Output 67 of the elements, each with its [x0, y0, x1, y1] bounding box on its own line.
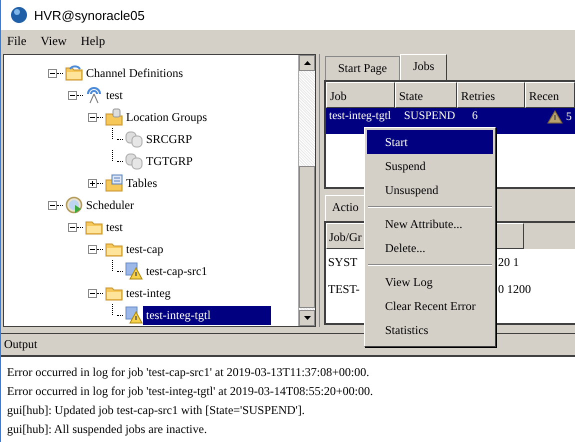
folder-icon — [105, 241, 123, 257]
tab[interactable]: Start Page — [325, 56, 400, 80]
expander-box[interactable] — [48, 68, 57, 78]
job-warning-icon — [125, 306, 143, 324]
menu-item[interactable]: View — [40, 34, 67, 48]
table-cell: SYST — [328, 255, 358, 269]
tree-item[interactable]: Scheduler — [83, 196, 137, 214]
menu-item[interactable]: Unsuspend — [367, 178, 493, 202]
tree-item[interactable]: Tables — [123, 174, 160, 192]
tree-item[interactable]: Location Groups — [123, 108, 210, 126]
tree-item[interactable]: test-integ-tgtl — [143, 306, 271, 324]
menu-item[interactable]: View Log — [367, 270, 493, 294]
expander-box[interactable] — [88, 288, 97, 298]
column-header[interactable]: Recen — [525, 82, 575, 108]
folder-icon — [105, 285, 123, 301]
log-line: Error occurred in log for job 'test-cap-src1' at 2019-03-13T11:37:08+00:00. — [7, 365, 370, 381]
menu-item[interactable]: New Attribute... — [367, 212, 493, 236]
menu-item[interactable]: File — [7, 34, 26, 48]
app-logo-icon — [10, 6, 28, 24]
menu-item[interactable]: Start — [367, 130, 493, 154]
scroll-up-icon[interactable] — [304, 61, 310, 65]
expander-box[interactable] — [88, 178, 97, 188]
tree-item[interactable]: Channel Definitions — [83, 64, 186, 82]
table-cell: test-integ-tgtl — [329, 110, 391, 122]
table-cell: SUSPEND — [404, 110, 456, 122]
tree-item[interactable]: test — [103, 86, 126, 104]
expander-box[interactable] — [68, 222, 77, 232]
scroll-down-icon[interactable] — [304, 316, 310, 320]
tab[interactable]: Jobs — [400, 54, 448, 80]
panel-title: Output — [4, 336, 38, 352]
tree-item[interactable]: test-integ — [123, 284, 174, 302]
clock-icon — [65, 196, 83, 214]
table-cell: 6 — [472, 110, 478, 122]
database-icon — [125, 152, 143, 170]
log-line: gui[hub]: Updated job test-cap-src1 with [State='SUSPEND']. — [7, 403, 306, 419]
scrollbar[interactable] — [298, 55, 315, 326]
column-header[interactable]: Job — [326, 82, 395, 108]
menu-item[interactable]: Clear Recent Error — [367, 294, 493, 318]
database-folder-icon — [105, 108, 123, 126]
expander-box[interactable] — [88, 244, 97, 254]
table-cell: 5 — [566, 111, 572, 123]
antenna-icon — [85, 86, 103, 104]
job-warning-icon — [125, 262, 143, 280]
folder-icon — [65, 65, 83, 81]
expander-box[interactable] — [88, 112, 97, 122]
tree-item[interactable]: SRCGRP — [143, 130, 196, 148]
tree-item[interactable]: test — [103, 218, 126, 236]
table-folder-icon — [105, 174, 123, 192]
tree-item[interactable]: test-cap — [123, 240, 166, 258]
column-header[interactable]: State — [395, 82, 457, 108]
database-icon — [125, 130, 143, 148]
folder-icon — [85, 219, 103, 235]
log-line: Error occurred in log for job 'test-integ-tgtl' at 2019-03-14T08:55:20+00:00. — [7, 384, 374, 400]
expander-box[interactable] — [48, 200, 57, 210]
table-cell: 0 1200 — [498, 282, 531, 296]
window-title: HVR@synoracle05 — [34, 8, 145, 22]
column-header[interactable]: Retries — [457, 82, 525, 108]
menu-item[interactable]: Help — [80, 34, 106, 48]
tree-item[interactable]: TGTGRP — [143, 152, 196, 170]
menu-item[interactable]: Statistics — [367, 318, 493, 342]
table-cell: TEST- — [328, 282, 360, 296]
log-line: gui[hub]: All suspended jobs are inactive. — [7, 422, 208, 438]
tree-item[interactable]: test-cap-src1 — [143, 262, 210, 280]
expander-box[interactable] — [68, 90, 77, 100]
menu-item[interactable]: Suspend — [367, 154, 493, 178]
menu-item[interactable]: Delete... — [367, 236, 493, 260]
table-cell: 20 1 — [498, 255, 519, 269]
